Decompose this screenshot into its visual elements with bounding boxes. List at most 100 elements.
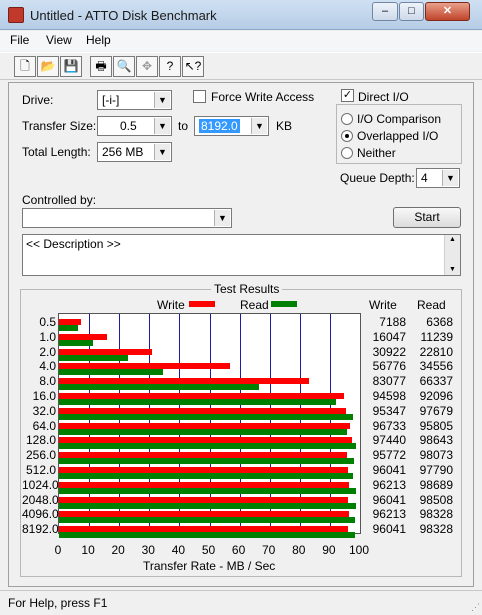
category-label: 128.0 — [25, 433, 56, 448]
read-bar — [59, 339, 93, 346]
read-value: 6368 — [426, 315, 453, 329]
controlled-by-label: Controlled by: — [22, 193, 97, 207]
app-icon — [8, 7, 24, 23]
unit-label: KB — [276, 119, 293, 133]
category-label: 2.0 — [39, 344, 56, 359]
transfer-to-select[interactable]: 8192.0 ▼ — [194, 116, 269, 136]
read-value: 98643 — [419, 433, 453, 448]
x-axis-label: Transfer Rate - MB / Sec — [143, 559, 276, 573]
start-button[interactable]: Start — [393, 207, 461, 228]
total-length-select[interactable]: 256 MB ▼ — [97, 142, 172, 162]
read-bar — [59, 458, 355, 465]
open-folder-icon[interactable]: 📂 — [37, 56, 59, 77]
drive-label: Drive: — [22, 93, 54, 107]
read-value: 92096 — [419, 389, 453, 403]
category-label: 512.0 — [25, 463, 56, 477]
read-bar — [59, 413, 353, 420]
category-label: 8192.0 — [22, 522, 59, 537]
category-label: 32.0 — [32, 403, 56, 418]
window-title: Untitled - ATTO Disk Benchmark — [30, 8, 217, 23]
queue-depth-value: 4 — [421, 171, 428, 185]
minimize-button[interactable]: – — [372, 2, 398, 21]
read-value: 98689 — [419, 477, 453, 492]
transfer-from-select[interactable]: 0.5 ▼ — [97, 116, 172, 136]
write-value: 94598 — [372, 389, 406, 403]
category-label: 4096.0 — [22, 507, 59, 522]
menu-help[interactable]: Help — [86, 33, 111, 47]
scroll-down-icon[interactable]: ▼ — [445, 265, 460, 275]
chevron-down-icon[interactable]: ▼ — [154, 144, 170, 160]
scroll-up-icon[interactable]: ▲ — [445, 235, 460, 245]
category-label: 16.0 — [32, 389, 56, 403]
description-scrollbar[interactable]: ▲ ▼ — [444, 235, 460, 275]
toolbar: 🗋 📂 💾 🖶 🔍 ✥ ? ↖? — [0, 52, 482, 80]
read-value: 98508 — [419, 492, 453, 507]
read-bar — [59, 487, 357, 494]
print-preview-icon[interactable]: 🔍 — [113, 56, 135, 77]
read-value: 98328 — [419, 522, 453, 537]
menu-view[interactable]: View — [46, 33, 72, 47]
io-comparison-radio[interactable] — [341, 113, 353, 125]
category-label: 2048.0 — [22, 492, 59, 507]
neither-label: Neither — [357, 146, 396, 160]
read-bar — [59, 354, 128, 361]
force-write-checkbox[interactable] — [193, 90, 206, 103]
read-bar — [59, 443, 356, 450]
queue-depth-select[interactable]: 4 ▼ — [416, 168, 460, 188]
write-value: 83077 — [372, 374, 406, 389]
read-column-header: Read — [417, 298, 446, 312]
read-value: 66337 — [419, 374, 453, 389]
read-bar — [59, 502, 356, 509]
read-value: 98073 — [419, 448, 453, 463]
resize-grip-icon[interactable]: ⋰ — [471, 602, 480, 613]
controlled-by-select[interactable]: ▼ — [22, 208, 232, 228]
total-length-value: 256 MB — [102, 145, 144, 159]
to-label: to — [178, 119, 189, 133]
status-bar: For Help, press F1 ⋰ — [0, 590, 482, 615]
chevron-down-icon[interactable]: ▼ — [214, 210, 230, 226]
force-write-label: Force Write Access — [211, 90, 315, 104]
overlapped-io-label: Overlapped I/O — [357, 129, 439, 143]
chevron-down-icon[interactable]: ▼ — [154, 92, 170, 108]
x-tick-label: 50 — [201, 543, 216, 557]
transfer-size-label: Transfer Size: — [22, 119, 97, 133]
transfer-from-value: 0.5 — [120, 119, 137, 133]
x-tick-label: 90 — [322, 543, 336, 557]
save-icon[interactable]: 💾 — [60, 56, 82, 77]
description-box[interactable]: << Description >> ▲ ▼ — [22, 234, 461, 276]
menu-file[interactable]: File — [10, 33, 29, 47]
status-text: For Help, press F1 — [8, 596, 108, 610]
category-label: 8.0 — [39, 374, 56, 389]
x-tick-label: 60 — [231, 543, 246, 557]
read-bar — [59, 384, 259, 391]
category-label: 1.0 — [39, 329, 56, 344]
help-icon[interactable]: ? — [159, 56, 181, 77]
overlapped-io-radio[interactable] — [341, 130, 353, 142]
drive-select[interactable]: [-i-] ▼ — [97, 90, 172, 110]
x-tick-label: 10 — [81, 543, 95, 557]
write-value: 96213 — [372, 477, 406, 492]
direct-io-checkbox[interactable]: ✓ — [341, 89, 354, 102]
direct-io-label: Direct I/O — [358, 90, 409, 104]
category-label: 64.0 — [32, 418, 56, 433]
x-tick-label: 30 — [141, 543, 155, 557]
chevron-down-icon[interactable]: ▼ — [154, 118, 170, 134]
x-tick-label: 100 — [348, 543, 370, 557]
write-column-header: Write — [369, 298, 397, 312]
write-value: 96213 — [372, 507, 406, 522]
new-file-icon[interactable]: 🗋 — [14, 56, 36, 77]
maximize-button[interactable]: □ — [399, 2, 424, 21]
chevron-down-icon[interactable]: ▼ — [251, 118, 267, 134]
description-text: << Description >> — [26, 237, 121, 251]
neither-radio[interactable] — [341, 147, 353, 159]
title-bar: Untitled - ATTO Disk Benchmark – □ ✕ — [0, 0, 482, 30]
print-icon[interactable]: 🖶 — [90, 56, 112, 77]
category-label: 1024.0 — [22, 477, 59, 492]
close-button[interactable]: ✕ — [425, 2, 470, 21]
category-label: 4.0 — [39, 359, 56, 374]
write-value: 95772 — [372, 448, 406, 463]
chevron-down-icon[interactable]: ▼ — [442, 170, 458, 186]
move-icon[interactable]: ✥ — [136, 56, 158, 77]
context-help-icon[interactable]: ↖? — [182, 56, 204, 77]
write-value: 96733 — [372, 418, 406, 433]
